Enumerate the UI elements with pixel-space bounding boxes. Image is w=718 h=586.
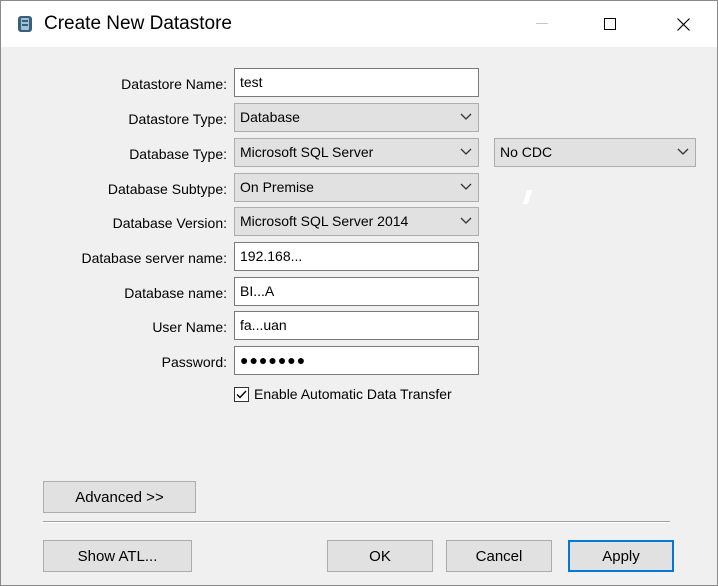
chevron-down-icon (460, 113, 472, 120)
close-icon (676, 17, 690, 31)
apply-button[interactable]: Apply (568, 540, 674, 572)
minimize-button[interactable] (519, 1, 565, 47)
checkmark-icon (236, 390, 247, 399)
user-name-input[interactable]: fa...uan (234, 311, 479, 340)
advanced-button[interactable]: Advanced >> (43, 481, 196, 513)
chevron-down-icon (460, 183, 472, 190)
cancel-button[interactable]: Cancel (446, 540, 552, 572)
database-name-input[interactable]: BI...A (234, 277, 479, 306)
window-title: Create New Datastore (44, 13, 232, 34)
title-bar: Create New Datastore (1, 1, 717, 47)
database-version-label: Database Version: (112, 215, 227, 231)
database-name-label: Database name: (124, 285, 227, 301)
cdc-value: No CDC (500, 144, 553, 160)
close-button[interactable] (660, 1, 706, 47)
chevron-down-icon (460, 217, 472, 224)
auto-transfer-checkbox[interactable] (234, 387, 249, 402)
datastore-type-label: Datastore Type: (128, 111, 227, 127)
cdc-select[interactable]: No CDC (494, 138, 696, 167)
show-atl-button[interactable]: Show ATL... (43, 540, 192, 572)
datastore-type-select[interactable]: Database (234, 103, 479, 132)
database-type-label: Database Type: (129, 146, 227, 162)
maximize-button[interactable] (587, 1, 633, 47)
chevron-down-icon (677, 148, 689, 155)
user-name-label: User Name: (152, 319, 227, 335)
datastore-type-value: Database (240, 109, 300, 125)
maximize-icon (604, 18, 616, 30)
database-type-select[interactable]: Microsoft SQL Server (234, 138, 479, 167)
minimize-icon (536, 23, 548, 24)
datastore-app-icon (17, 15, 33, 33)
server-name-input[interactable]: 192.168... (234, 242, 479, 271)
chevron-down-icon (460, 148, 472, 155)
database-version-select[interactable]: Microsoft SQL Server 2014 (234, 207, 479, 236)
server-name-label: Database server name: (81, 250, 227, 266)
database-type-value: Microsoft SQL Server (240, 144, 374, 160)
button-divider (43, 521, 670, 523)
stray-mark (522, 190, 533, 204)
auto-transfer-label[interactable]: Enable Automatic Data Transfer (254, 386, 452, 402)
database-subtype-value: On Premise (240, 179, 314, 195)
datastore-name-input[interactable]: test (234, 68, 479, 97)
password-input[interactable]: ●●●●●●● (234, 346, 479, 375)
ok-button[interactable]: OK (327, 540, 433, 572)
database-subtype-label: Database Subtype: (107, 181, 227, 197)
create-datastore-dialog: Create New Datastore Datastore Name: tes… (0, 0, 718, 586)
database-subtype-select[interactable]: On Premise (234, 173, 479, 202)
datastore-name-label: Datastore Name: (121, 76, 227, 92)
password-label: Password: (161, 354, 227, 370)
database-version-value: Microsoft SQL Server 2014 (240, 213, 409, 229)
